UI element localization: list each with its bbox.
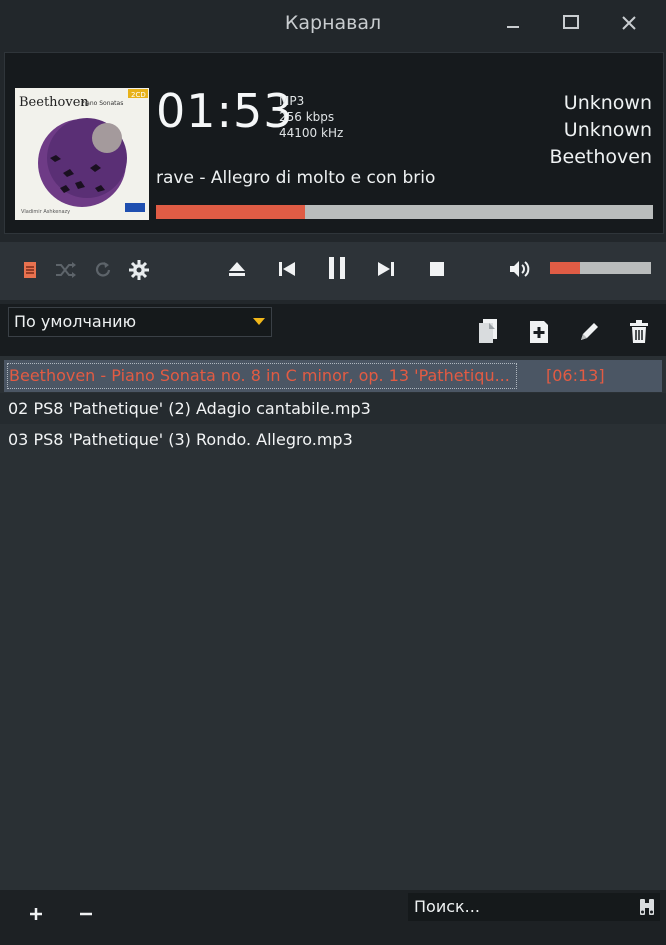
pause-button[interactable]: [323, 253, 351, 283]
shuffle-icon: [56, 262, 76, 278]
playlist-toggle-button[interactable]: [18, 258, 42, 282]
volume-slider-fill: [550, 262, 581, 274]
title-meta: Unknown: [563, 92, 652, 114]
now-playing-title: rave - Allegro di molto e con brio: [156, 168, 436, 188]
pause-icon: [329, 257, 345, 279]
stop-icon: [430, 262, 444, 276]
close-button[interactable]: [614, 8, 644, 38]
minimize-button[interactable]: [498, 8, 528, 38]
seek-bar-fill: [156, 205, 306, 219]
elapsed-time: 01:53: [156, 84, 294, 138]
artist-meta: Beethoven: [549, 146, 652, 168]
previous-icon: [279, 262, 295, 276]
repeat-button[interactable]: [91, 258, 115, 282]
copy-playlist-button[interactable]: [475, 316, 503, 346]
binoculars-icon: [640, 899, 654, 915]
previous-button[interactable]: [274, 256, 300, 282]
maximize-button[interactable]: [556, 8, 586, 38]
seek-bar[interactable]: [156, 205, 653, 219]
bitrate-label: 256 kbps: [279, 110, 335, 124]
playlist-row-title: 02 PS8 'Pathetique' (2) Adagio cantabile…: [8, 399, 371, 418]
eject-button[interactable]: [224, 256, 250, 282]
add-track-button[interactable]: [24, 902, 48, 926]
volume-icon: [510, 261, 530, 277]
chevron-down-icon: [253, 318, 265, 325]
delete-playlist-button[interactable]: [625, 317, 653, 347]
maximize-icon: [563, 15, 579, 29]
minimize-icon: [507, 26, 519, 28]
svg-text:Piano Sonatas: Piano Sonatas: [81, 100, 123, 107]
stop-button[interactable]: [424, 256, 450, 282]
svg-text:2CD: 2CD: [131, 91, 146, 99]
edit-icon: [581, 323, 598, 340]
eject-icon: [229, 262, 245, 276]
playlist-row-duration: [06:13]: [546, 366, 605, 385]
svg-text:Vladimir Ashkenazy: Vladimir Ashkenazy: [21, 209, 70, 215]
edit-playlist-button[interactable]: [575, 318, 603, 346]
next-icon: [378, 262, 394, 276]
repeat-icon: [95, 262, 111, 277]
add-icon: [530, 321, 548, 343]
delete-icon: [630, 320, 648, 343]
settings-icon: [129, 260, 149, 280]
search-button[interactable]: [636, 895, 658, 919]
next-button[interactable]: [373, 256, 399, 282]
playlist-row-title[interactable]: 03 PS8 'Pathetique' (3) Rondo. Allegro.m…: [8, 430, 353, 449]
copy-icon: [479, 319, 497, 343]
playlist-row-title: Beethoven - Piano Sonata no. 8 in C mino…: [9, 366, 510, 385]
add-playlist-button[interactable]: [525, 318, 553, 346]
svg-text:Beethoven: Beethoven: [19, 95, 89, 110]
remove-track-button[interactable]: [74, 902, 98, 926]
album-art: Beethoven Piano Sonatas 2CD Vladimir Ash…: [15, 88, 149, 220]
playlist-select-value: По умолчанию: [14, 312, 137, 331]
album-cover-image: Beethoven Piano Sonatas 2CD Vladimir Ash…: [15, 88, 149, 220]
search-placeholder: Поиск...: [414, 897, 480, 916]
settings-button[interactable]: [127, 258, 151, 282]
volume-slider[interactable]: [550, 262, 651, 274]
playlist-icon: [24, 262, 36, 278]
album-meta: Unknown: [563, 119, 652, 141]
shuffle-button[interactable]: [54, 258, 78, 282]
samplerate-label: 44100 kHz: [279, 126, 344, 140]
close-icon: [622, 16, 636, 30]
mute-button[interactable]: [505, 255, 533, 283]
minus-icon: [80, 912, 92, 916]
format-label: MP3: [279, 94, 305, 108]
plus-icon: [30, 908, 42, 920]
